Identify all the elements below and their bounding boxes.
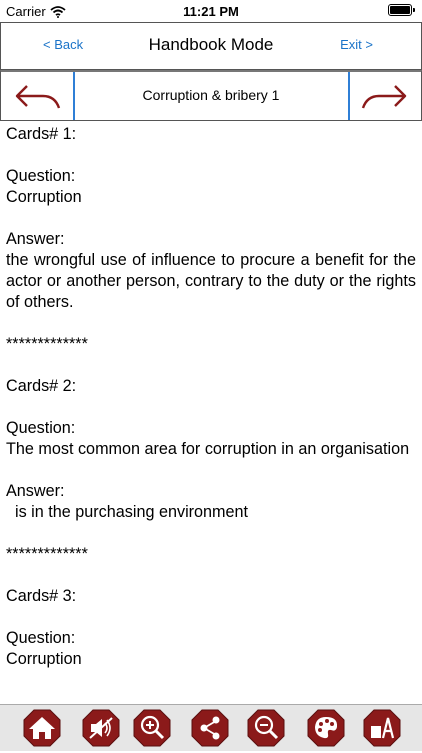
card-header: Cards# 3: — [6, 587, 77, 605]
status-right — [388, 4, 415, 16]
card-header: Cards# 2: — [6, 377, 77, 395]
mute-button[interactable] — [81, 708, 121, 748]
card-header: Cards# 1: — [6, 125, 77, 143]
color-theme-button[interactable] — [306, 708, 346, 748]
speaker-mute-icon — [82, 709, 120, 747]
card-bar-divider-right — [348, 72, 350, 120]
home-button[interactable] — [22, 708, 62, 748]
question-label: Question: — [6, 167, 76, 185]
card-3: Cards# 3: Question: Corruption — [6, 586, 416, 670]
next-card-button[interactable] — [353, 76, 413, 116]
palette-icon — [307, 709, 345, 747]
answer-label: Answer: — [6, 482, 65, 500]
share-button[interactable] — [190, 708, 230, 748]
question-text: Corruption — [6, 188, 82, 206]
card-separator: ************* — [6, 545, 88, 563]
question-label: Question: — [6, 419, 76, 437]
font-size-button[interactable] — [362, 708, 402, 748]
nav-bar: < Back Handbook Mode Exit > — [0, 22, 422, 70]
question-text: Corruption — [6, 650, 82, 668]
exit-button[interactable]: Exit > — [340, 37, 373, 52]
zoom-out-button[interactable] — [246, 708, 286, 748]
card-content[interactable]: Cards# 1: Question: Corruption Answer: t… — [6, 124, 416, 702]
answer-label: Answer: — [6, 230, 65, 248]
zoom-out-icon — [247, 709, 285, 747]
question-text: The most common area for corruption in a… — [6, 440, 410, 458]
card-nav-bar: Corruption & bribery 1 — [0, 70, 422, 121]
card-title: Corruption & bribery 1 — [142, 87, 280, 103]
arrow-right-icon — [361, 85, 407, 109]
zoom-in-icon — [133, 709, 171, 747]
card-separator: ************* — [6, 335, 88, 353]
zoom-in-button[interactable] — [132, 708, 172, 748]
status-time: 11:21 PM — [183, 4, 239, 19]
answer-text: the wrongful use of influence to procure… — [6, 251, 416, 311]
bottom-toolbar — [0, 704, 422, 751]
card-2: Cards# 2: Question: The most common area… — [6, 376, 416, 586]
battery-icon — [388, 4, 415, 16]
card-1: Cards# 1: Question: Corruption Answer: t… — [6, 124, 416, 376]
home-icon — [23, 709, 61, 747]
font-size-icon — [363, 709, 401, 747]
question-label: Question: — [6, 629, 76, 647]
status-bar: Carrier 11:21 PM — [0, 0, 422, 22]
arrow-left-icon — [15, 85, 61, 109]
answer-text: is in the purchasing environment — [6, 503, 249, 521]
share-icon — [191, 709, 229, 747]
previous-card-button[interactable] — [9, 76, 69, 116]
